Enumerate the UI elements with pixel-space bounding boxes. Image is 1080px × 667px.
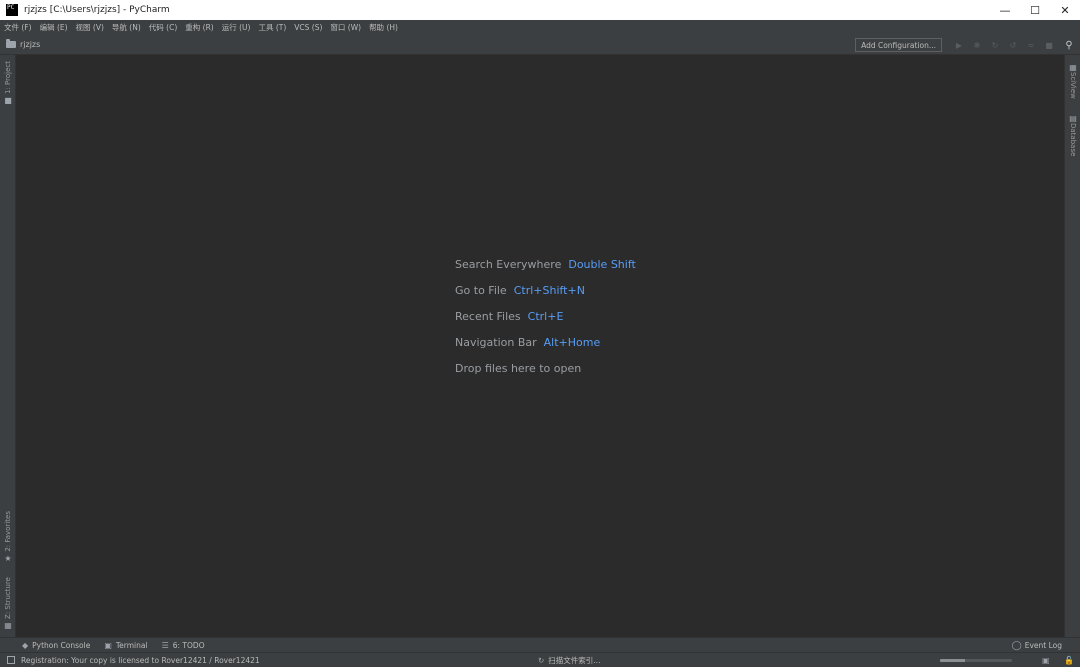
hint-recent-files: Recent Files Ctrl+E: [455, 309, 564, 323]
structure-tab-label: Z: Structure: [4, 577, 12, 619]
shortcut-key: Alt+Home: [543, 336, 601, 350]
database-tab-label: Database: [1069, 123, 1077, 157]
menu-view[interactable]: 视图 (V): [76, 22, 104, 33]
window-title: rjzjzs [C:\Users\rjzjzs] - PyCharm: [24, 5, 170, 15]
hint-navigation-bar: Navigation Bar Alt+Home: [455, 336, 601, 350]
status-bar: Registration: Your copy is licensed to R…: [0, 652, 1080, 667]
close-button[interactable]: ✕: [1050, 0, 1080, 20]
star-icon: ★: [4, 553, 12, 563]
run-toolbar: Add Configuration... ▶ ❋ ↻ ↺ ≈ ■ ⚲: [855, 35, 1080, 55]
left-tool-strip: 1: Project ■ 2: Favorites ★ Z: Structure…: [0, 55, 16, 637]
registration-status: Registration: Your copy is licensed to R…: [21, 655, 260, 665]
sciview-icon: ▦: [1069, 63, 1077, 72]
event-log-icon: ◯: [1011, 640, 1022, 651]
navigation-bar: rjzjzs Add Configuration... ▶ ❋ ↻ ↺ ≈ ■ …: [0, 35, 1080, 55]
menu-window[interactable]: 窗口 (W): [330, 22, 361, 33]
menu-edit[interactable]: 编辑 (E): [40, 22, 68, 33]
menu-help[interactable]: 帮助 (H): [369, 22, 398, 33]
folder-icon: ■: [4, 96, 12, 105]
menu-file[interactable]: 文件 (F): [4, 22, 32, 33]
lock-icon[interactable]: 🔓: [1064, 653, 1074, 667]
menu-tools[interactable]: 工具 (T): [258, 22, 286, 33]
breadcrumb-project[interactable]: rjzjzs: [6, 39, 41, 49]
shortcut-key: Double Shift: [568, 257, 636, 271]
favorites-tab-label: 2: Favorites: [4, 511, 12, 552]
spinner-icon: ↻: [538, 656, 545, 665]
pycharm-app-icon: PC: [6, 4, 18, 16]
folder-icon: [6, 39, 16, 48]
editor-hints: Search Everywhere Double Shift Go to Fil…: [455, 251, 636, 382]
menu-bar: 文件 (F) 编辑 (E) 视图 (V) 导航 (N) 代码 (C) 重构 (R…: [0, 20, 1080, 35]
terminal-icon: ▣: [104, 640, 112, 650]
window-controls: — ☐ ✕: [990, 0, 1080, 20]
tool-tab-project[interactable]: 1: Project ■: [0, 61, 16, 105]
cancel-indexing-icon[interactable]: ▣: [1042, 653, 1050, 667]
database-icon: ▤: [1069, 114, 1077, 123]
todo-list-icon: ☰: [161, 640, 169, 650]
right-tool-strip: ▦ SciView ▤ Database: [1064, 55, 1080, 637]
menu-run[interactable]: 运行 (U): [222, 22, 251, 33]
menu-refactor[interactable]: 重构 (R): [185, 22, 213, 33]
tool-tab-favorites[interactable]: 2: Favorites ★: [0, 511, 16, 563]
bottom-tool-bar: ◆ Python Console ▣ Terminal ☰ 6: TODO ◯ …: [0, 637, 1080, 652]
maximize-button[interactable]: ☐: [1020, 0, 1050, 20]
profile-icon[interactable]: ↺: [1004, 35, 1022, 55]
window-title-bar: PC rjzjzs [C:\Users\rjzjzs] - PyCharm — …: [0, 0, 1080, 20]
stop-icon[interactable]: ■: [1040, 35, 1058, 55]
tool-tab-sciview[interactable]: ▦ SciView: [1065, 61, 1080, 99]
coverage-icon[interactable]: ↻: [986, 35, 1004, 55]
tool-tab-database[interactable]: ▤ Database: [1065, 112, 1080, 156]
minimize-button[interactable]: —: [990, 0, 1020, 20]
structure-icon: ▦: [4, 620, 12, 630]
shortcut-key: Ctrl+Shift+N: [513, 283, 585, 297]
indexing-status[interactable]: ↻ 扫描文件索引...: [538, 653, 600, 667]
concurrency-icon[interactable]: ≈: [1022, 35, 1040, 55]
project-name: rjzjzs: [20, 40, 41, 49]
hint-search-everywhere: Search Everywhere Double Shift: [455, 257, 636, 271]
hint-drop-files: Drop files here to open: [455, 362, 582, 376]
search-icon[interactable]: ⚲: [1058, 35, 1080, 55]
terminal-tab[interactable]: ▣ Terminal: [104, 641, 147, 650]
indexing-progress-bar: [940, 659, 1012, 662]
menu-code[interactable]: 代码 (C): [149, 22, 177, 33]
menu-navigate[interactable]: 导航 (N): [112, 22, 141, 33]
progress-fill: [940, 659, 966, 662]
tool-tab-structure[interactable]: Z: Structure ▦: [0, 577, 16, 630]
hint-go-to-file: Go to File Ctrl+Shift+N: [455, 283, 585, 297]
shortcut-key: Ctrl+E: [527, 309, 564, 323]
tool-windows-toggle-icon[interactable]: [7, 656, 15, 664]
debug-icon[interactable]: ❋: [968, 35, 986, 55]
editor-empty-area[interactable]: Search Everywhere Double Shift Go to Fil…: [16, 55, 1064, 637]
project-tab-label: 1: Project: [4, 61, 12, 94]
menu-vcs[interactable]: VCS (S): [294, 23, 322, 32]
sciview-tab-label: SciView: [1069, 72, 1077, 99]
run-icon[interactable]: ▶: [950, 35, 968, 55]
event-log-tab[interactable]: ◯ Event Log: [1012, 638, 1062, 653]
todo-tab[interactable]: ☰ 6: TODO: [162, 641, 205, 650]
python-icon: ◆: [22, 640, 29, 650]
python-console-tab[interactable]: ◆ Python Console: [22, 641, 90, 650]
add-configuration-button[interactable]: Add Configuration...: [855, 38, 942, 52]
